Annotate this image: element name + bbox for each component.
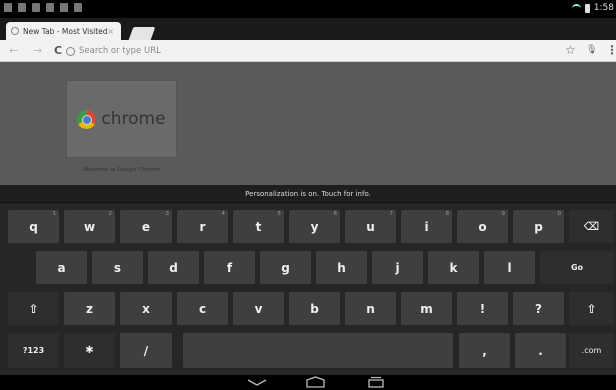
key-p[interactable]: p0 [513,210,564,243]
key-t[interactable]: t5 [233,210,284,243]
key-u[interactable]: u7 [345,210,396,243]
microphone-icon[interactable]: 🎙 [586,45,597,55]
screen: 1:58 New Tab - Most Visited × ← → C ☆ 🎙 … [0,0,616,390]
tile-logo-text: chrome [101,109,166,129]
key-e[interactable]: e3 [120,210,172,243]
settings-icon: ✱ [85,345,94,356]
notification-icon [18,3,26,12]
new-tab-button[interactable] [128,27,156,40]
go-key[interactable]: Go [540,251,614,284]
key-question[interactable]: ? [513,292,564,325]
home-nav-icon[interactable] [305,376,326,388]
shift-key-left[interactable]: ⇧ [8,292,59,325]
chrome-logo-icon [77,109,97,129]
notification-icons [4,3,82,12]
back-icon[interactable]: ← [9,44,18,57]
key-period[interactable]: . [515,333,566,368]
notification-icon [4,3,12,12]
clock: 1:58 [593,3,614,13]
key-v[interactable]: v [233,292,284,325]
bookmark-star-icon[interactable]: ☆ [565,43,576,57]
key-o[interactable]: o9 [457,210,508,243]
forward-icon[interactable]: → [33,44,42,57]
reload-icon[interactable]: C [54,44,62,57]
system-nav-bar [0,375,616,390]
key-b[interactable]: b [289,292,340,325]
notification-icon [60,3,68,12]
key-h[interactable]: h [316,251,367,284]
notification-icon [74,3,82,12]
key-q[interactable]: q1 [8,210,59,243]
new-tab-page: chrome Welcome to Google Chrome [0,62,616,185]
tab-strip: New Tab - Most Visited × [0,18,616,40]
key-x[interactable]: x [120,292,172,325]
key-comma[interactable]: , [459,333,510,368]
tab-new-tab[interactable]: New Tab - Most Visited × [6,22,121,40]
menu-icon[interactable]: ⋮ [606,43,616,57]
key-j[interactable]: j [372,251,423,284]
status-bar: 1:58 [0,0,616,18]
key-n[interactable]: n [345,292,396,325]
wifi-icon [571,4,581,12]
browser-toolbar: ← → C ☆ 🎙 ⋮ [0,40,616,62]
dotcom-key[interactable]: .com [569,333,614,368]
battery-icon [584,3,590,13]
key-y[interactable]: y6 [289,210,340,243]
favicon-icon [11,27,19,35]
globe-icon [66,46,75,56]
key-g[interactable]: g [260,251,311,284]
key-s[interactable]: s [92,251,143,284]
key-exclamation[interactable]: ! [457,292,508,325]
on-screen-keyboard: Personalization is on. Touch for info. q… [0,185,616,375]
key-z[interactable]: z [64,292,115,325]
space-key[interactable] [183,333,453,368]
shift-icon: ⇧ [586,301,597,316]
backspace-icon: ⌫ [583,220,600,233]
key-d[interactable]: d [148,251,199,284]
system-indicators: 1:58 [571,3,614,13]
tile-caption: Welcome to Google Chrome [83,167,160,173]
shift-icon: ⇧ [28,301,39,316]
symbols-key[interactable]: ?123 [8,333,59,368]
omnibox-input[interactable] [79,46,379,56]
shift-key-right[interactable]: ⇧ [569,292,614,325]
key-w[interactable]: w2 [64,210,115,243]
key-f[interactable]: f [204,251,255,284]
back-nav-icon[interactable] [247,378,267,387]
key-slash[interactable]: / [120,333,172,368]
tab-title: New Tab - Most Visited [23,26,108,36]
key-r[interactable]: r4 [177,210,228,243]
key-l[interactable]: l [484,251,535,284]
backspace-key[interactable]: ⌫ [569,210,614,243]
keyboard-hint-bar[interactable]: Personalization is on. Touch for info. [0,185,616,203]
notification-icon [32,3,40,12]
recents-nav-icon[interactable] [367,376,385,388]
key-k[interactable]: k [428,251,479,284]
most-visited-tile[interactable]: chrome [66,80,177,158]
key-m[interactable]: m [401,292,452,325]
close-tab-icon[interactable]: × [107,27,114,36]
omnibox[interactable] [66,43,546,59]
settings-key[interactable]: ✱ [64,333,115,368]
key-i[interactable]: i8 [401,210,452,243]
notification-icon [46,3,54,12]
key-a[interactable]: a [36,251,87,284]
key-c[interactable]: c [177,292,228,325]
